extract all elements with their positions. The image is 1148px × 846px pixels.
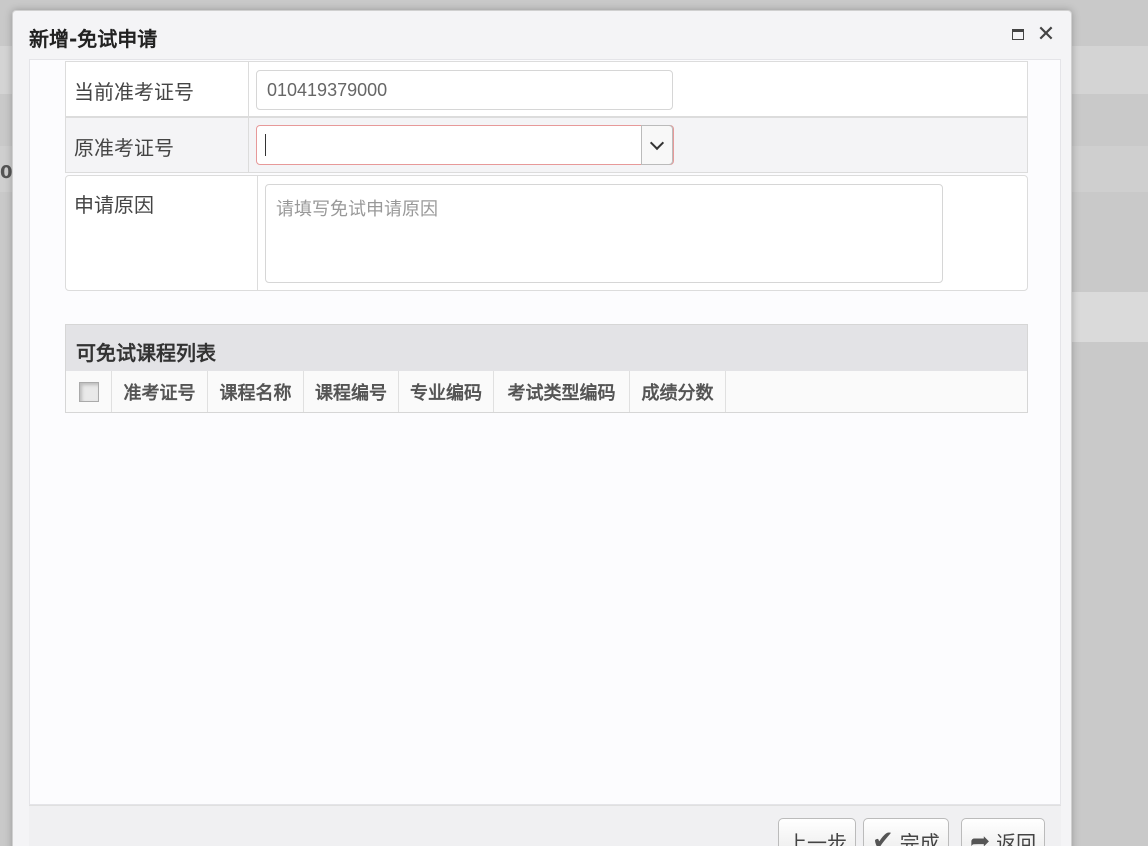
original-ticket-row: 原准考证号: [65, 117, 1028, 173]
background-fragment-text: 0: [0, 162, 13, 183]
grid-title: 可免试课程列表: [76, 341, 216, 365]
current-ticket-input[interactable]: 010419379000: [256, 70, 673, 110]
current-ticket-label: 当前准考证号: [74, 79, 194, 104]
grid-title-bar: 可免试课程列表: [66, 325, 1027, 371]
text-caret: [265, 134, 266, 156]
maximize-icon: [1012, 28, 1024, 40]
chevron-down-icon: [649, 135, 665, 150]
grid-header-row: 准考证号 课程名称 课程编号 专业编码 考试类型编码 成绩分数: [66, 371, 1027, 412]
dialog-footer: 上一步 ✔ 完成 ➦ 返回: [29, 805, 1061, 846]
column-header[interactable]: 考试类型编码: [494, 371, 630, 412]
reason-textarea[interactable]: 请填写免试申请原因: [265, 184, 943, 283]
exempt-course-grid: 可免试课程列表 准考证号 课程名称 课程编号 专业编码 考试类型编码 成绩分数: [65, 324, 1028, 413]
column-header[interactable]: 专业编码: [399, 371, 494, 412]
dialog-body: 当前准考证号 010419379000 原准考证号 申请原因 请填写免试申请原因…: [29, 59, 1061, 805]
reason-row: 申请原因 请填写免试申请原因: [65, 175, 1028, 291]
column-header[interactable]: 成绩分数: [630, 371, 726, 412]
check-icon: ✔: [872, 826, 894, 846]
select-all-checkbox[interactable]: [78, 381, 99, 402]
column-header[interactable]: 准考证号: [112, 371, 208, 412]
reason-label: 申请原因: [74, 192, 154, 217]
current-ticket-row: 当前准考证号 010419379000: [65, 61, 1028, 117]
row-divider: [257, 176, 258, 290]
original-ticket-label: 原准考证号: [74, 135, 174, 160]
finish-label: 完成: [899, 830, 940, 846]
background-content-panel: [1072, 292, 1148, 342]
column-header[interactable]: 课程编号: [304, 371, 399, 412]
share-arrow-icon: ➦: [970, 827, 991, 846]
prev-step-button[interactable]: 上一步: [778, 818, 856, 846]
prev-step-label: 上一步: [787, 830, 847, 846]
select-dropdown-button[interactable]: [641, 125, 673, 165]
close-icon: ✕: [1036, 21, 1056, 47]
row-divider: [248, 62, 249, 116]
close-button[interactable]: ✕: [1035, 21, 1057, 47]
dialog-header: 新增-免试申请 ✕: [13, 11, 1071, 59]
select-all-cell: [66, 371, 112, 412]
dialog-title: 新增-免试申请: [29, 27, 158, 51]
finish-button[interactable]: ✔ 完成: [863, 818, 949, 846]
original-ticket-select[interactable]: [256, 125, 674, 165]
back-button[interactable]: ➦ 返回: [961, 818, 1046, 846]
column-header[interactable]: 课程名称: [208, 371, 304, 412]
maximize-button[interactable]: [1007, 23, 1029, 45]
exemption-dialog: 新增-免试申请 ✕ 当前准考证号 010419379000 原准考证号 申请原因…: [12, 10, 1072, 846]
row-divider: [248, 118, 249, 172]
back-label: 返回: [996, 830, 1037, 846]
